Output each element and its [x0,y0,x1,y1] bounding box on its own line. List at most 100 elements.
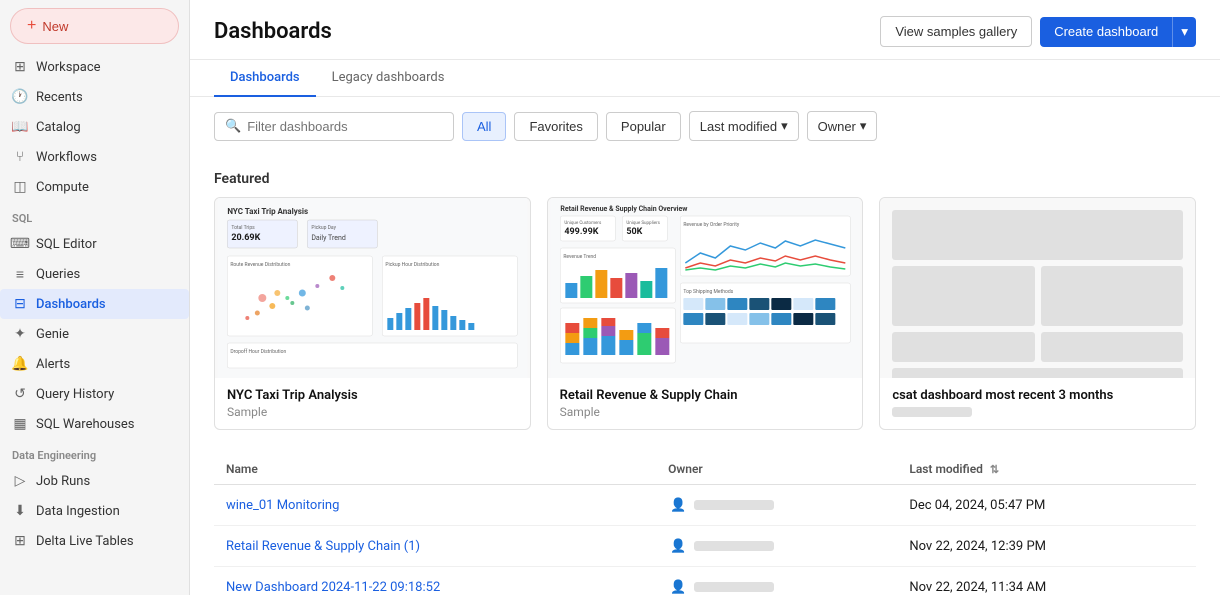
owner-filter-button[interactable]: Owner ▾ [807,111,878,141]
row-name-new: New Dashboard 2024-11-22 09:18:52 [214,567,656,595]
code-icon: ⌨ [12,236,28,252]
sidebar-item-query-history[interactable]: ↺ Query History [0,379,189,409]
owner-cell-wine: 👤 [668,495,885,515]
data-engineering-section-label: Data Engineering [0,439,189,466]
svg-text:Retail Revenue & Supply Chain: Retail Revenue & Supply Chain Overview [560,205,688,213]
tab-legacy-dashboards[interactable]: Legacy dashboards [316,60,461,97]
sidebar-item-delta-live-tables[interactable]: ⊞ Delta Live Tables [0,526,189,556]
owner-cell-new: 👤 [668,577,885,595]
svg-text:Daily Trend: Daily Trend [311,234,346,242]
sidebar-item-sql-editor[interactable]: ⌨ SQL Editor [0,229,189,259]
cpu-icon: ◫ [12,179,28,195]
card-info-nyc-taxi: NYC Taxi Trip Analysis Sample [215,378,530,429]
card-name-retail: Retail Revenue & Supply Chain [560,388,851,403]
person-icon: 👤 [668,495,688,515]
tab-dashboards[interactable]: Dashboards [214,60,316,97]
svg-text:499.99K: 499.99K [564,227,598,237]
tabs-bar: Dashboards Legacy dashboards [190,60,1220,97]
svg-text:Unique Customers: Unique Customers [564,220,602,226]
featured-card-retail[interactable]: Retail Revenue & Supply Chain Overview U… [547,197,864,430]
card-info-retail: Retail Revenue & Supply Chain Sample [548,378,863,429]
wine-dashboard-link[interactable]: wine_01 Monitoring [226,498,339,513]
header-actions: View samples gallery Create dashboard ▾ [880,16,1196,59]
featured-card-nyc-taxi[interactable]: NYC Taxi Trip Analysis Total Trips 20.69… [214,197,531,430]
last-modified-filter-button[interactable]: Last modified ▾ [689,111,799,141]
sort-icon: ⇅ [990,463,999,476]
sidebar: + New ⊞ Workspace 🕐 Recents 📖 Catalog ⑂ … [0,0,190,595]
grid-icon: ⊞ [12,59,28,75]
card-preview-nyc-taxi: NYC Taxi Trip Analysis Total Trips 20.69… [215,198,530,378]
table-row: Retail Revenue & Supply Chain (1) 👤 Nov … [214,526,1196,567]
card-sub-nyc-taxi: Sample [227,405,518,419]
filter-all-button[interactable]: All [462,112,506,141]
table-header: Name Owner Last modified ⇅ [214,454,1196,485]
sidebar-item-dashboards[interactable]: ⊟ Dashboards [0,289,189,319]
chevron-down-icon: ▾ [860,118,867,134]
featured-card-csat[interactable]: csat dashboard most recent 3 months [879,197,1196,430]
chevron-down-icon: ▾ [1181,24,1188,39]
col-owner: Owner [656,454,897,485]
list-icon: ≡ [12,266,28,282]
retail-dashboard-link[interactable]: Retail Revenue & Supply Chain (1) [226,539,420,554]
sidebar-item-workflows[interactable]: ⑂ Workflows [0,142,189,172]
nyc-taxi-preview-svg: NYC Taxi Trip Analysis Total Trips 20.69… [215,198,530,378]
csat-placeholder [880,198,1195,378]
plus-icon: + [27,17,36,35]
search-input[interactable] [247,119,427,134]
sidebar-item-data-ingestion[interactable]: ⬇ Data Ingestion [0,496,189,526]
csat-block-small-1 [892,332,1034,362]
sidebar-item-recents[interactable]: 🕐 Recents [0,82,189,112]
person-icon: 👤 [668,536,688,556]
card-name-nyc-taxi: NYC Taxi Trip Analysis [227,388,518,403]
history-icon: ↺ [12,386,28,402]
sidebar-item-catalog[interactable]: 📖 Catalog [0,112,189,142]
featured-grid: NYC Taxi Trip Analysis Total Trips 20.69… [214,197,1196,430]
new-button[interactable]: + New [10,8,179,44]
csat-block-small-2 [1041,332,1183,362]
table-header-row: Name Owner Last modified ⇅ [214,454,1196,485]
table-row: wine_01 Monitoring 👤 Dec 04, 2024, 05:47… [214,485,1196,526]
chevron-down-icon: ▾ [781,118,788,134]
sparkle-icon: ✦ [12,326,28,342]
row-date-new: Nov 22, 2024, 11:34 AM [897,567,1196,595]
page-title: Dashboards [214,19,332,56]
table-row: New Dashboard 2024-11-22 09:18:52 👤 Nov … [214,567,1196,595]
table-body: wine_01 Monitoring 👤 Dec 04, 2024, 05:47… [214,485,1196,595]
svg-text:Revenue by Order Priority: Revenue by Order Priority [683,222,739,228]
main-header: Dashboards View samples gallery Create d… [190,0,1220,60]
csat-redacted-sub [892,407,972,417]
main-content: Dashboards View samples gallery Create d… [190,0,1220,595]
create-dashboard-button[interactable]: Create dashboard [1040,17,1172,47]
sidebar-item-compute[interactable]: ◫ Compute [0,172,189,202]
filter-popular-button[interactable]: Popular [606,112,681,141]
svg-text:Route Revenue Distribution: Route Revenue Distribution [230,262,290,268]
svg-text:Revenue Trend: Revenue Trend [563,254,596,260]
svg-text:Top Shipping Methods: Top Shipping Methods [683,289,733,295]
warehouse-icon: ▦ [12,416,28,432]
sidebar-item-alerts[interactable]: 🔔 Alerts [0,349,189,379]
book-icon: 📖 [12,119,28,135]
sidebar-item-sql-warehouses[interactable]: ▦ SQL Warehouses [0,409,189,439]
sidebar-item-genie[interactable]: ✦ Genie [0,319,189,349]
create-dashboard-dropdown-button[interactable]: ▾ [1172,17,1196,47]
owner-redacted-new [694,582,774,592]
sidebar-item-job-runs[interactable]: ▷ Job Runs [0,466,189,496]
sidebar-item-queries[interactable]: ≡ Queries [0,259,189,289]
row-name-wine: wine_01 Monitoring [214,485,656,526]
csat-block-wide [892,210,1183,260]
dashboard-icon: ⊟ [12,296,28,312]
card-preview-retail: Retail Revenue & Supply Chain Overview U… [548,198,863,378]
owner-cell-retail: 👤 [668,536,885,556]
owner-redacted-retail [694,541,774,551]
branch-icon: ⑂ [12,149,28,165]
create-dashboard-group: Create dashboard ▾ [1040,17,1196,47]
svg-text:50K: 50K [626,227,642,237]
content-area: Featured NYC Taxi Trip Analysis Total Tr… [190,155,1220,595]
svg-text:Unique Suppliers: Unique Suppliers [626,220,660,226]
row-owner-retail: 👤 [656,526,897,567]
new-dashboard-link[interactable]: New Dashboard 2024-11-22 09:18:52 [226,580,440,595]
filter-favorites-button[interactable]: Favorites [514,112,597,141]
view-samples-button[interactable]: View samples gallery [880,16,1032,47]
sidebar-item-workspace[interactable]: ⊞ Workspace [0,52,189,82]
owner-redacted-wine [694,500,774,510]
